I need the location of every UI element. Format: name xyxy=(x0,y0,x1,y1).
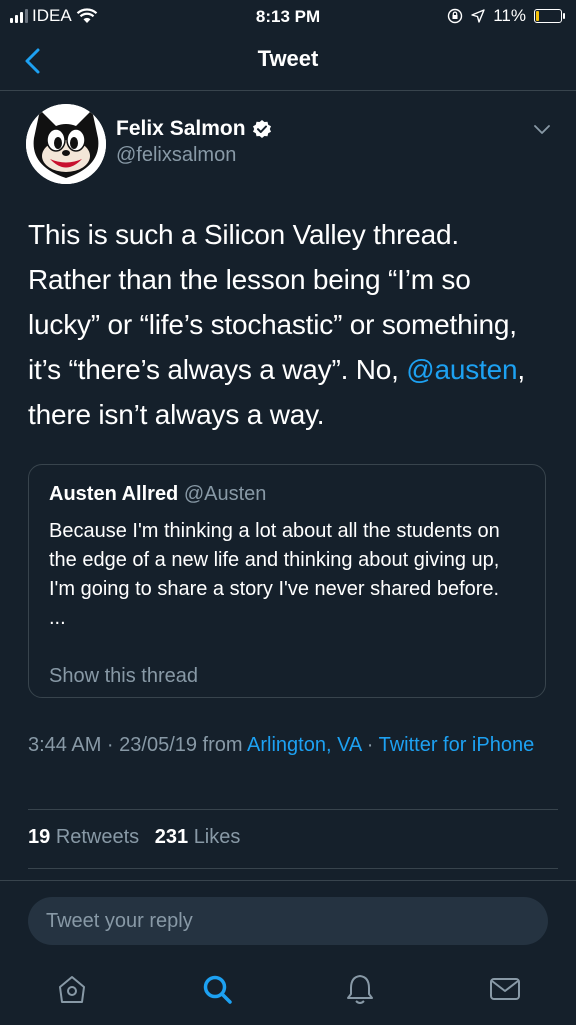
tweet-stats: 19 Retweets 231 Likes xyxy=(28,826,250,849)
author-handle: @felixsalmon xyxy=(116,144,237,166)
divider xyxy=(28,809,558,810)
meta-separator: · xyxy=(361,734,379,756)
tab-bar xyxy=(0,960,576,1020)
status-bar: IDEA 8:13 PM 11% xyxy=(0,0,576,34)
status-right: 11% xyxy=(447,6,565,26)
tweet-text: This is such a Silicon Valley thread. Ra… xyxy=(28,212,548,437)
page-title: Tweet xyxy=(257,46,319,71)
search-icon xyxy=(203,975,232,1004)
location-link[interactable]: Arlington, VA xyxy=(247,734,361,756)
likes-count: 231 xyxy=(154,826,189,848)
author-name-row: Felix Salmon xyxy=(116,117,272,141)
show-thread-link[interactable]: Show this thread xyxy=(49,665,198,688)
mention-link[interactable]: @austen xyxy=(406,354,517,385)
reply-input[interactable] xyxy=(28,897,548,945)
quote-author-name: Austen Allred xyxy=(49,483,179,505)
tweet-meta: 3:44 AM · 23/05/19 from Arlington, VA · … xyxy=(28,731,548,760)
quote-author-handle: @Austen xyxy=(183,483,267,505)
felix-cat-avatar-icon xyxy=(26,104,106,184)
retweets-label: Retweets xyxy=(55,826,140,848)
rotation-lock-icon xyxy=(448,8,463,24)
retweets-count: 19 xyxy=(28,826,51,848)
verified-badge-icon xyxy=(252,120,271,138)
source-link[interactable]: Twitter for iPhone xyxy=(379,734,535,756)
battery-fill xyxy=(536,11,539,21)
tweet-timestamp: 3:44 AM · 23/05/19 from xyxy=(28,734,248,756)
divider xyxy=(28,868,558,869)
avatar[interactable] xyxy=(26,104,106,184)
tab-messages[interactable] xyxy=(488,972,522,1006)
notifications-icon xyxy=(347,975,373,1004)
tab-search[interactable] xyxy=(200,972,234,1006)
quote-body: Because I'm thinking a lot about all the… xyxy=(49,520,500,600)
quote-ellipsis: ... xyxy=(49,607,66,629)
author-name[interactable]: Felix Salmon xyxy=(116,117,246,141)
quote-header: Austen Allred @Austen xyxy=(49,483,266,506)
quoted-tweet-card[interactable]: Austen Allred @Austen Because I'm thinki… xyxy=(28,464,546,698)
tab-home[interactable] xyxy=(55,972,89,1006)
nav-bar: Tweet xyxy=(0,34,576,91)
chevron-down-icon xyxy=(534,125,550,134)
likes-label: Likes xyxy=(193,826,241,848)
tab-notifications[interactable] xyxy=(343,972,377,1006)
likes-stat[interactable]: 231 Likes xyxy=(155,826,241,848)
author-block[interactable]: Felix Salmon @felixsalmon xyxy=(116,117,272,167)
more-options-button[interactable] xyxy=(532,122,552,138)
retweets-stat[interactable]: 19 Retweets xyxy=(28,826,139,848)
battery-percent: 11% xyxy=(493,6,526,25)
home-icon xyxy=(59,976,85,1003)
messages-icon xyxy=(490,978,520,1000)
battery-icon xyxy=(534,9,565,23)
quote-text: Because I'm thinking a lot about all the… xyxy=(49,517,529,633)
location-icon xyxy=(471,9,485,23)
